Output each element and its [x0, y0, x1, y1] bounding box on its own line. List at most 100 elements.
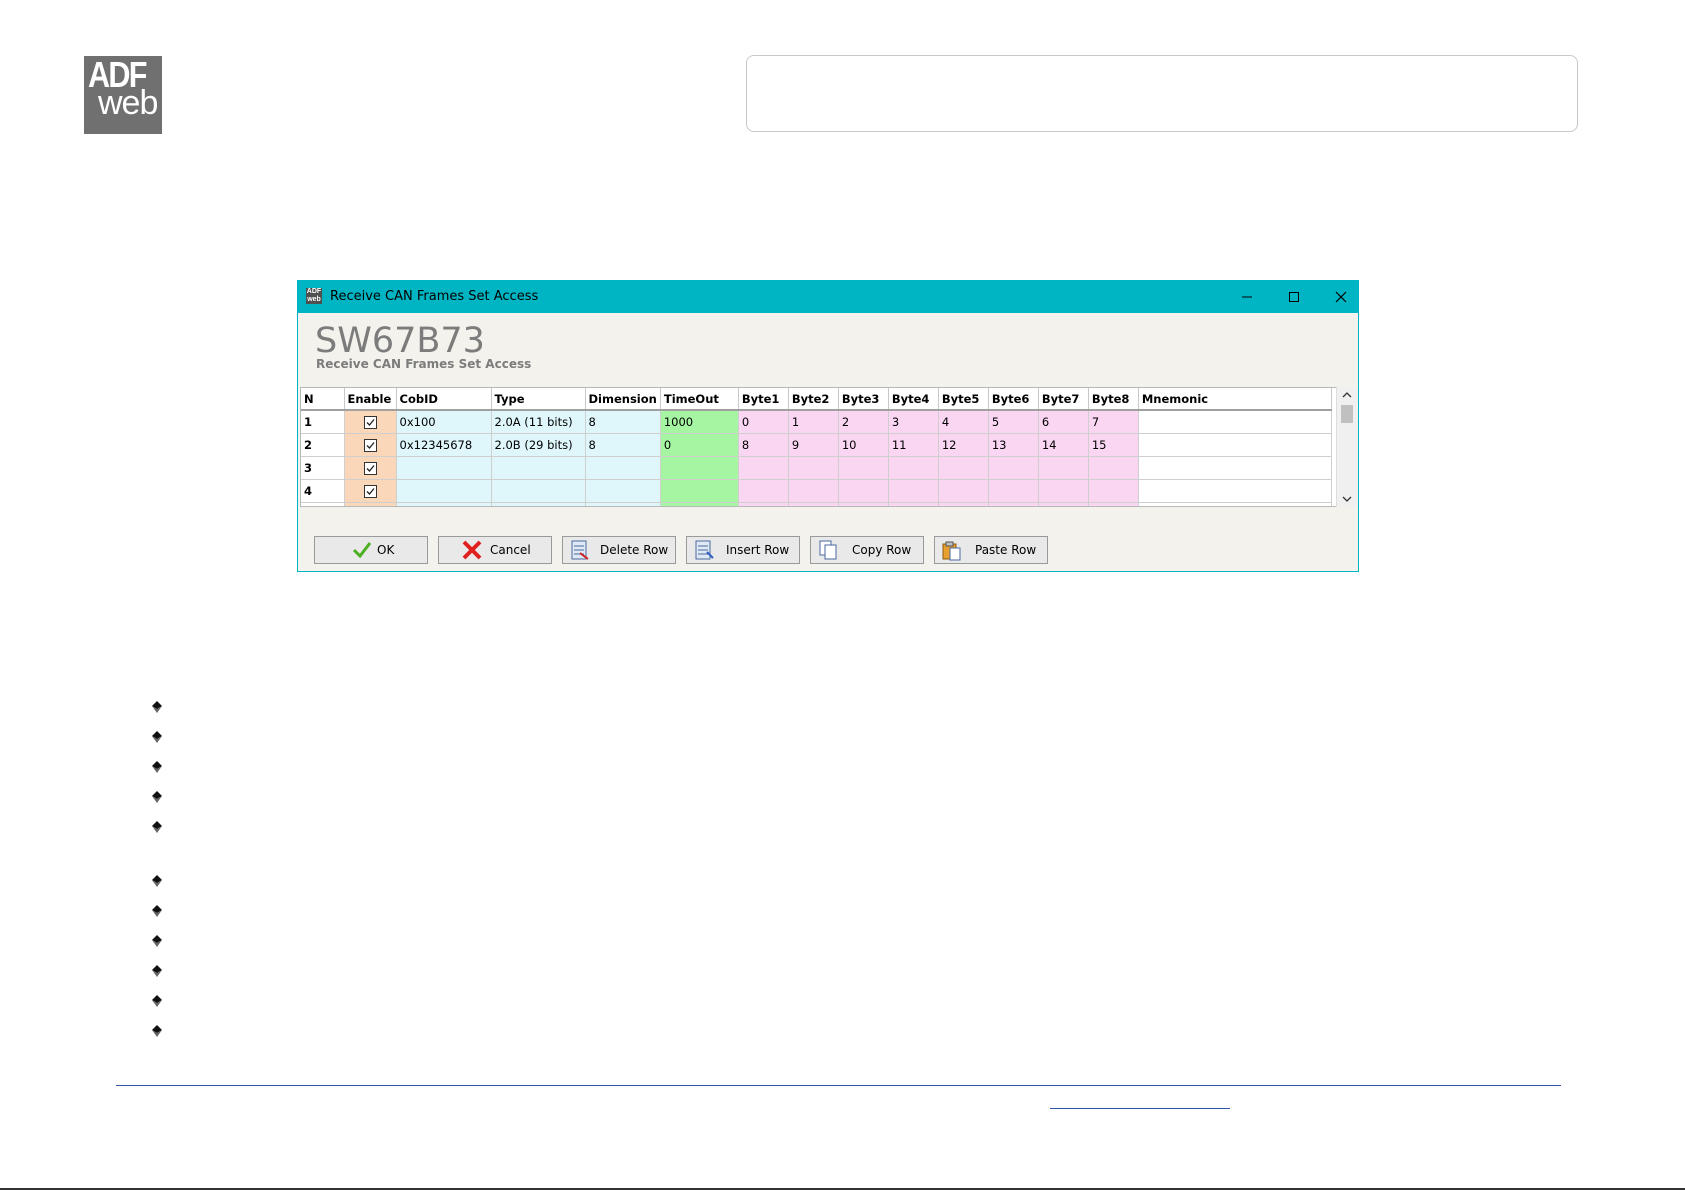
mnemonic-cell[interactable]	[1138, 479, 1332, 503]
byte-cell[interactable]: 2	[838, 410, 889, 434]
byte-cell[interactable]	[1088, 502, 1139, 506]
mnemonic-cell[interactable]	[1138, 456, 1332, 480]
byte-cell[interactable]	[838, 479, 889, 503]
cobid-cell[interactable]	[396, 456, 492, 480]
byte-cell[interactable]: 15	[1088, 433, 1139, 457]
timeout-cell[interactable]	[660, 479, 739, 503]
delete-row-button[interactable]: Delete Row	[562, 536, 676, 564]
enable-checkbox[interactable]	[363, 416, 377, 429]
mnemonic-cell[interactable]	[1138, 433, 1332, 457]
table-row[interactable]: 5	[301, 502, 1332, 506]
dimension-cell[interactable]: 8	[585, 410, 661, 434]
byte-cell[interactable]	[938, 456, 989, 480]
col-header-byte1[interactable]: Byte1	[738, 388, 789, 411]
col-header-byte2[interactable]: Byte2	[788, 388, 839, 411]
enable-cell[interactable]	[344, 502, 397, 506]
dimension-cell[interactable]	[585, 456, 661, 480]
byte-cell[interactable]	[938, 502, 989, 506]
col-header-byte6[interactable]: Byte6	[988, 388, 1039, 411]
byte-cell[interactable]: 8	[738, 433, 789, 457]
byte-cell[interactable]	[788, 479, 839, 503]
col-header-type[interactable]: Type	[491, 388, 586, 411]
byte-cell[interactable]: 6	[1038, 410, 1089, 434]
minimize-button[interactable]	[1224, 281, 1270, 313]
byte-cell[interactable]	[888, 502, 939, 506]
byte-cell[interactable]	[838, 456, 889, 480]
col-header-byte4[interactable]: Byte4	[888, 388, 939, 411]
enable-cell[interactable]	[344, 410, 397, 434]
mnemonic-cell[interactable]	[1138, 502, 1332, 506]
byte-cell[interactable]	[888, 479, 939, 503]
footer-link-underline[interactable]	[1050, 1108, 1230, 1109]
byte-cell[interactable]: 12	[938, 433, 989, 457]
table-row[interactable]: 4	[301, 479, 1332, 503]
col-header-n[interactable]: N	[301, 388, 345, 411]
dimension-cell[interactable]	[585, 502, 661, 506]
insert-row-button[interactable]: Insert Row	[686, 536, 800, 564]
cancel-button[interactable]: Cancel	[438, 536, 552, 564]
enable-checkbox[interactable]	[363, 485, 377, 498]
byte-cell[interactable]	[1038, 479, 1089, 503]
byte-cell[interactable]	[738, 456, 789, 480]
enable-checkbox[interactable]	[363, 462, 377, 475]
byte-cell[interactable]	[938, 479, 989, 503]
col-header-timeout[interactable]: TimeOut	[660, 388, 739, 411]
maximize-button[interactable]	[1271, 281, 1317, 313]
col-header-enable[interactable]: Enable	[344, 388, 397, 411]
byte-cell[interactable]	[988, 456, 1039, 480]
vertical-scrollbar[interactable]	[1336, 387, 1357, 507]
col-header-byte5[interactable]: Byte5	[938, 388, 989, 411]
byte-cell[interactable]	[1088, 456, 1139, 480]
timeout-cell[interactable]	[660, 456, 739, 480]
byte-cell[interactable]	[1088, 479, 1139, 503]
col-header-dimension[interactable]: Dimension	[585, 388, 661, 411]
type-cell[interactable]: 2.0A (11 bits)	[491, 410, 586, 434]
timeout-cell[interactable]: 0	[660, 433, 739, 457]
byte-cell[interactable]: 0	[738, 410, 789, 434]
byte-cell[interactable]: 3	[888, 410, 939, 434]
byte-cell[interactable]	[738, 502, 789, 506]
dimension-cell[interactable]	[585, 479, 661, 503]
type-cell[interactable]	[491, 456, 586, 480]
table-row[interactable]: 1 0x100 2.0A (11 bits) 8 1000 0 1 2 3 4 5 6 7	[301, 410, 1332, 434]
byte-cell[interactable]: 1	[788, 410, 839, 434]
cobid-cell[interactable]	[396, 502, 492, 506]
col-header-byte8[interactable]: Byte8	[1088, 388, 1139, 411]
byte-cell[interactable]: 4	[938, 410, 989, 434]
enable-cell[interactable]	[344, 456, 397, 480]
byte-cell[interactable]	[888, 456, 939, 480]
cobid-cell[interactable]: 0x12345678	[396, 433, 492, 457]
byte-cell[interactable]: 11	[888, 433, 939, 457]
ok-button[interactable]: OK	[314, 536, 428, 564]
type-cell[interactable]	[491, 479, 586, 503]
byte-cell[interactable]	[788, 502, 839, 506]
close-button[interactable]	[1318, 281, 1364, 313]
col-header-byte3[interactable]: Byte3	[838, 388, 889, 411]
enable-checkbox[interactable]	[363, 439, 377, 452]
enable-cell[interactable]	[344, 479, 397, 503]
dimension-cell[interactable]: 8	[585, 433, 661, 457]
timeout-cell[interactable]	[660, 502, 739, 506]
table-row[interactable]: 2 0x12345678 2.0B (29 bits) 8 0 8 9 10 11 12 13 14 1…	[301, 433, 1332, 457]
cobid-cell[interactable]	[396, 479, 492, 503]
mnemonic-cell[interactable]	[1138, 410, 1332, 434]
byte-cell[interactable]: 13	[988, 433, 1039, 457]
paste-row-button[interactable]: Paste Row	[934, 536, 1048, 564]
byte-cell[interactable]	[988, 479, 1039, 503]
timeout-cell[interactable]: 1000	[660, 410, 739, 434]
col-header-byte7[interactable]: Byte7	[1038, 388, 1089, 411]
scroll-thumb[interactable]	[1341, 405, 1353, 423]
byte-cell[interactable]	[838, 502, 889, 506]
byte-cell[interactable]	[988, 502, 1039, 506]
byte-cell[interactable]	[738, 479, 789, 503]
byte-cell[interactable]	[788, 456, 839, 480]
byte-cell[interactable]	[1038, 502, 1089, 506]
enable-cell[interactable]	[344, 433, 397, 457]
col-header-mnemonic[interactable]: Mnemonic	[1138, 388, 1332, 411]
byte-cell[interactable]: 9	[788, 433, 839, 457]
copy-row-button[interactable]: Copy Row	[810, 536, 924, 564]
byte-cell[interactable]: 10	[838, 433, 889, 457]
type-cell[interactable]	[491, 502, 586, 506]
byte-cell[interactable]	[1038, 456, 1089, 480]
byte-cell[interactable]: 7	[1088, 410, 1139, 434]
